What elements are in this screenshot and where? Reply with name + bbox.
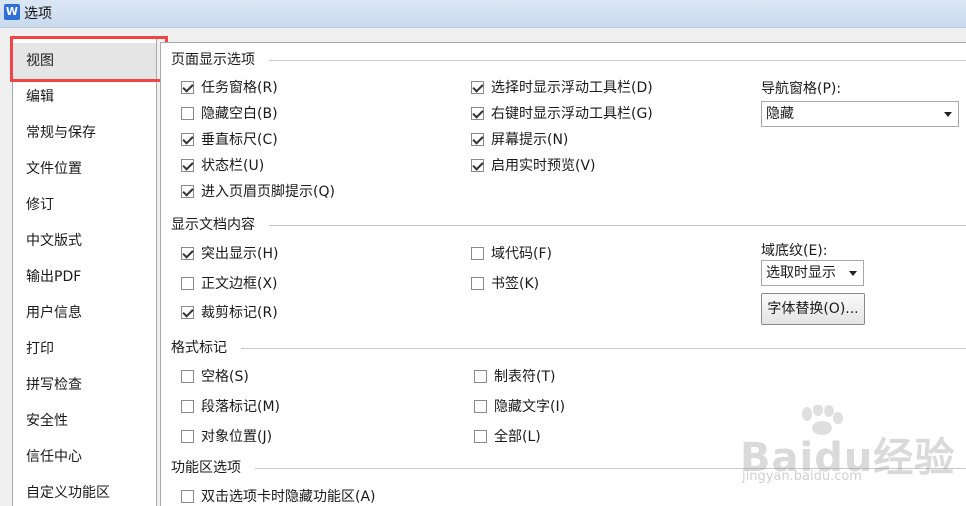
title-bar: W 选项 [0,0,966,28]
section-title-format-marks: 格式标记 [171,340,227,356]
option-text-boundaries[interactable]: 正文边框(X) [181,273,278,293]
option-crop-marks[interactable]: 裁剪标记(R) [181,302,278,322]
sidebar-item-print[interactable]: 打印 [13,331,156,367]
checkbox[interactable] [181,106,194,120]
sidebar-item-chinese-layout[interactable]: 中文版式 [13,223,156,259]
section-title-page-display: 页面显示选项 [171,52,255,68]
option-status-bar[interactable]: 状态栏(U) [181,155,264,175]
option-bookmarks[interactable]: 书签(K) [471,273,539,293]
option-hide-whitespace[interactable]: 隐藏空白(B) [181,103,278,123]
section-divider [255,468,966,469]
options-panel: 页面显示选项 任务窗格(R) 隐藏空白(B) 垂直标尺(C) 状态栏(U) 进入… [160,42,966,506]
font-substitution-button[interactable]: 字体替换(O)... [761,293,865,325]
option-live-preview[interactable]: 启用实时预览(V) [471,155,596,175]
dropdown-arrow-icon [944,112,952,117]
checkbox[interactable] [474,399,487,413]
window-title: 选项 [24,6,52,22]
field-shading-label: 域底纹(E): [761,243,828,259]
checkbox[interactable] [181,80,194,94]
sidebar-item-customize-ribbon[interactable]: 自定义功能区 [13,475,156,506]
checkbox[interactable] [181,305,194,319]
sidebar-item-spell-check[interactable]: 拼写检查 [13,367,156,403]
dropdown-arrow-icon [849,271,857,276]
checkbox[interactable] [181,276,194,290]
option-all-marks[interactable]: 全部(L) [474,426,541,446]
sidebar-item-revisions[interactable]: 修订 [13,187,156,223]
option-header-footer-hint[interactable]: 进入页眉页脚提示(Q) [181,181,335,201]
sidebar-item-export-pdf[interactable]: 输出PDF [13,259,156,295]
nav-pane-label: 导航窗格(P): [761,81,842,97]
checkbox[interactable] [181,429,194,443]
checkbox[interactable] [474,429,487,443]
option-object-anchors[interactable]: 对象位置(J) [181,426,272,446]
option-field-codes[interactable]: 域代码(F) [471,243,552,263]
option-spaces[interactable]: 空格(S) [181,366,249,386]
sidebar-item-general-save[interactable]: 常规与保存 [13,115,156,151]
section-divider [269,60,966,61]
checkbox[interactable] [471,276,484,290]
checkbox[interactable] [181,158,194,172]
options-category-list: 视图 编辑 常规与保存 文件位置 修订 中文版式 输出PDF 用户信息 打印 拼… [12,36,157,506]
sidebar-item-user-info[interactable]: 用户信息 [13,295,156,331]
option-hidden-text[interactable]: 隐藏文字(I) [474,396,565,416]
checkbox[interactable] [474,369,487,383]
sidebar-item-edit[interactable]: 编辑 [13,79,156,115]
sidebar-item-trust-center[interactable]: 信任中心 [13,439,156,475]
checkbox[interactable] [471,80,484,94]
option-float-toolbar-on-right-click[interactable]: 右键时显示浮动工具栏(G) [471,103,653,123]
option-screen-tips[interactable]: 屏幕提示(N) [471,129,568,149]
checkbox[interactable] [181,489,194,503]
section-title-ribbon: 功能区选项 [171,460,241,476]
sidebar-item-view[interactable]: 视图 [13,43,156,79]
option-paragraph-marks[interactable]: 段落标记(M) [181,396,280,416]
checkbox[interactable] [471,106,484,120]
option-float-toolbar-on-select[interactable]: 选择时显示浮动工具栏(D) [471,77,653,97]
option-tab-characters[interactable]: 制表符(T) [474,366,555,386]
section-divider [269,225,966,226]
section-divider [241,348,966,349]
field-shading-select[interactable]: 选取时显示 [761,260,864,286]
checkbox[interactable] [181,399,194,413]
sidebar-item-security[interactable]: 安全性 [13,403,156,439]
checkbox[interactable] [181,184,194,198]
option-vertical-ruler[interactable]: 垂直标尺(C) [181,129,278,149]
checkbox[interactable] [181,246,194,260]
section-title-doc-content: 显示文档内容 [171,217,255,233]
option-hide-ribbon-on-double-click[interactable]: 双击选项卡时隐藏功能区(A) [181,486,376,506]
wps-writer-icon: W [4,4,20,20]
option-highlight[interactable]: 突出显示(H) [181,243,278,263]
checkbox[interactable] [181,369,194,383]
checkbox[interactable] [471,158,484,172]
option-task-pane[interactable]: 任务窗格(R) [181,77,278,97]
sidebar-item-file-locations[interactable]: 文件位置 [13,151,156,187]
checkbox[interactable] [471,132,484,146]
nav-pane-select[interactable]: 隐藏 [761,101,959,127]
checkbox[interactable] [471,246,484,260]
checkbox[interactable] [181,132,194,146]
